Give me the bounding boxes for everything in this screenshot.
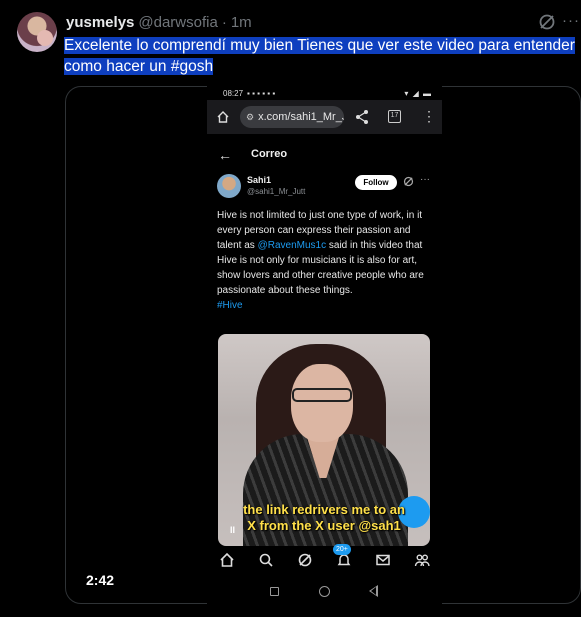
url-bar: ⚙ x.com/sahi1_Mr_J <box>240 106 344 128</box>
search-tab-icon <box>259 553 273 567</box>
more-icon[interactable]: ··· <box>562 12 580 29</box>
screen-recording: 08:27 ▪ ▪ ▪ ▪ ▪ ▪ ▾ ◢ ▬ ⚙ x.com/sahi1_Mr… <box>207 86 442 604</box>
inner-mention: @RavenMus1c <box>257 240 327 251</box>
url-text: x.com/sahi1_Mr_J <box>258 111 344 123</box>
author-name[interactable]: yusmelys <box>66 14 134 31</box>
phone-status-bar: 08:27 ▪ ▪ ▪ ▪ ▪ ▪ ▾ ◢ ▬ <box>207 86 442 100</box>
menu-icon: ⋮ <box>422 108 436 124</box>
inner-more-icon: ··· <box>420 174 430 185</box>
browser-toolbar: ⚙ x.com/sahi1_Mr_J 17 ⋮ <box>207 100 442 134</box>
inner-user-handle: @sahi1_Mr_Jutt <box>247 187 306 196</box>
follow-button: Follow <box>355 175 397 190</box>
home-button-icon <box>319 586 330 597</box>
communities-tab-icon <box>414 554 430 567</box>
nav-title: Correo <box>251 148 288 160</box>
home-icon <box>217 111 229 123</box>
timestamp[interactable]: 1m <box>231 14 252 31</box>
notification-icons: ▪ ▪ ▪ ▪ ▪ ▪ <box>247 88 276 98</box>
tweet-text-line-1: Excelente lo comprendí muy bien Tienes q… <box>64 37 575 54</box>
recents-icon <box>270 587 279 596</box>
inner-tweet-text: Hive is not limited to just one type of … <box>217 208 437 313</box>
inner-avatar <box>217 174 241 198</box>
video-duration: 2:42 <box>86 572 115 588</box>
back-arrow-icon: ← <box>218 147 232 163</box>
person-face <box>291 364 353 442</box>
messages-tab-icon <box>376 554 390 566</box>
tweet[interactable]: yusmelys @darwsofia · 1m ··· Excelente l… <box>0 0 581 617</box>
avatar[interactable] <box>17 12 57 52</box>
signal-battery-icon: ▾ ◢ ▬ <box>404 88 432 98</box>
home-tab-icon <box>220 552 234 567</box>
inner-video-frame: the link redrivers me to an X from the X… <box>218 334 430 546</box>
author-handle[interactable]: @darwsofia <box>138 14 217 31</box>
inner-hashtag: #Hive <box>217 300 243 311</box>
conversation-nav: ← Correo <box>207 144 442 166</box>
inner-grok-icon <box>403 176 414 187</box>
video-caption-line-2: X from the X user @sah1 <box>247 518 401 533</box>
inner-user-name: Sahi1 <box>247 175 272 185</box>
site-settings-icon: ⚙ <box>246 111 255 122</box>
share-icon <box>356 110 368 124</box>
separator: · <box>221 13 227 31</box>
status-time: 08:27 <box>223 88 244 98</box>
grok-icon[interactable] <box>538 13 556 31</box>
notification-badge: 20+ <box>333 544 351 555</box>
back-triangle-icon <box>369 585 378 597</box>
tweet-text-line-2: como hacer un #gosh <box>64 58 214 75</box>
android-nav-bar <box>207 584 442 600</box>
tabs-icon: 17 <box>388 110 401 123</box>
glasses <box>292 388 352 402</box>
x-bottom-tab-bar: 20+ <box>207 544 442 574</box>
tweet-text: Excelente lo comprendí muy bien Tienes q… <box>64 35 576 77</box>
tweet-header: yusmelys @darwsofia · 1m <box>66 12 252 32</box>
grok-tab-icon <box>298 553 312 567</box>
video-caption-line-1: the link redrivers me to an <box>243 502 405 517</box>
pause-icon: II <box>230 525 236 535</box>
